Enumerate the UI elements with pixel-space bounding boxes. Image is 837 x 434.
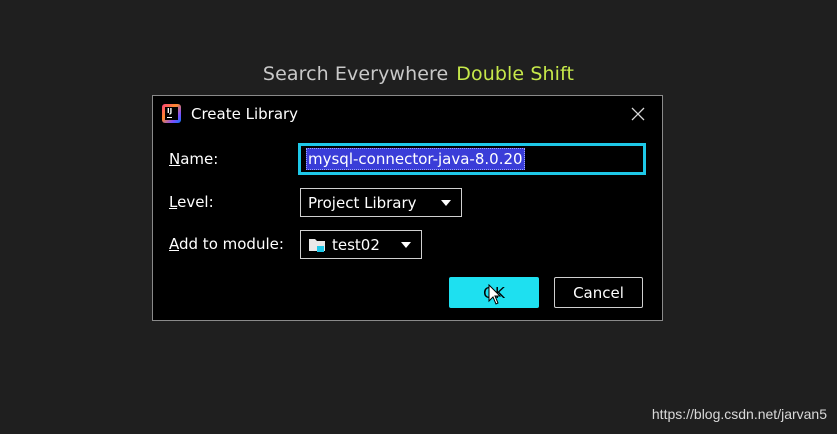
cancel-button[interactable]: Cancel: [554, 277, 643, 308]
library-name-value: mysql-connector-java-8.0.20: [306, 148, 525, 170]
module-folder-icon: [308, 237, 326, 253]
level-value: Project Library: [308, 193, 417, 212]
level-dropdown[interactable]: Project Library: [300, 188, 462, 217]
intellij-idea-icon: IJ: [162, 104, 181, 123]
close-icon[interactable]: [626, 102, 650, 126]
chevron-down-icon: [401, 242, 411, 248]
library-name-field[interactable]: mysql-connector-java-8.0.20: [298, 143, 646, 175]
watermark-url: https://blog.csdn.net/jarvan5: [651, 406, 827, 422]
hint-shortcut: Double Shift: [456, 63, 575, 85]
name-label: Name:: [169, 150, 219, 168]
dialog-titlebar[interactable]: IJ Create Library: [153, 96, 662, 132]
hint-label: Search Everywhere: [262, 63, 449, 85]
level-label: Level:: [169, 193, 214, 211]
chevron-down-icon: [441, 200, 451, 206]
module-dropdown[interactable]: test02: [300, 230, 422, 259]
dialog-title: Create Library: [191, 105, 299, 123]
mouse-cursor-icon: [488, 283, 502, 306]
module-value: test02: [332, 235, 380, 254]
search-everywhere-hint: Search Everywhere Double Shift: [0, 63, 837, 85]
create-library-dialog: IJ Create Library Name: mysql-connector-…: [152, 95, 663, 321]
module-label: Add to module:: [169, 235, 284, 253]
